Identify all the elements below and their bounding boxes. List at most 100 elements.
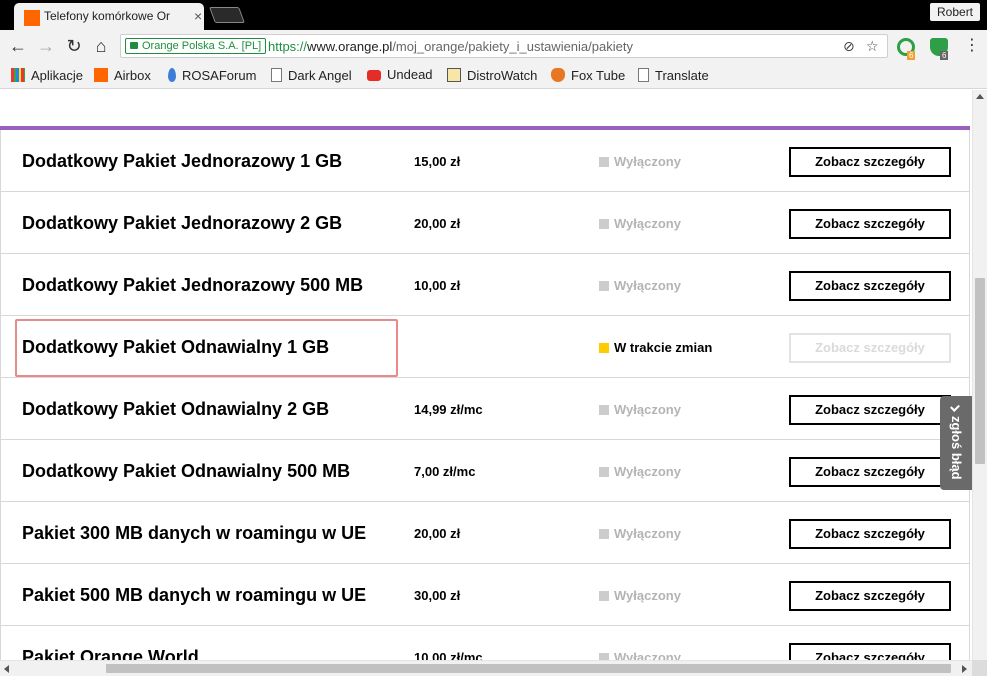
- url-protocol: https://: [268, 39, 308, 54]
- back-arrow-icon[interactable]: ←: [9, 37, 27, 55]
- details-button[interactable]: Zobacz szczegóły: [789, 643, 951, 660]
- address-bar[interactable]: Orange Polska S.A. [PL] https://www.oran…: [120, 34, 888, 58]
- bookmark-label: Fox Tube: [571, 68, 626, 83]
- scroll-right-arrow-icon[interactable]: [962, 665, 967, 673]
- forward-arrow-icon[interactable]: →: [37, 37, 55, 55]
- horizontal-scrollbar[interactable]: [0, 660, 972, 676]
- tab-title: Telefony komórkowe Orange: [44, 9, 170, 23]
- details-button[interactable]: Zobacz szczegóły: [789, 147, 951, 177]
- details-button[interactable]: Zobacz szczegóły: [789, 209, 951, 239]
- bookmark-fox-tube[interactable]: Fox Tube: [551, 68, 625, 83]
- status-label: Wyłączony: [614, 464, 681, 479]
- status-indicator: [599, 281, 609, 291]
- scroll-up-arrow-icon[interactable]: [976, 94, 984, 99]
- scroll-left-arrow-icon[interactable]: [4, 665, 9, 673]
- package-status: Wyłączony: [599, 278, 681, 293]
- details-button[interactable]: Zobacz szczegóły: [789, 271, 951, 301]
- lock-icon: [130, 42, 138, 49]
- page-content: Dodatkowy Pakiet Jednorazowy 1 GB 15,00 …: [0, 90, 972, 660]
- bookmark-label: ROSAForum: [182, 68, 257, 83]
- package-status: Wyłączony: [599, 464, 681, 479]
- chevron-icon: [950, 402, 960, 412]
- status-indicator: [599, 467, 609, 477]
- status-indicator: [599, 343, 609, 353]
- bookmark-rosaforum[interactable]: ROSAForum: [168, 68, 256, 83]
- package-status: Wyłączony: [599, 526, 681, 541]
- status-label: W trakcie zmian: [614, 340, 713, 355]
- details-button[interactable]: Zobacz szczegóły: [789, 395, 951, 425]
- package-name: Pakiet 500 MB danych w roamingu w UE: [22, 585, 367, 605]
- vertical-scroll-thumb[interactable]: [975, 278, 985, 464]
- blocked-content-icon[interactable]: ⊘: [843, 38, 855, 55]
- bookmarks-bar: Aplikacje Airbox ROSAForum Dark Angel Un…: [0, 62, 987, 89]
- url-path: /moj_orange/pakiety_i_ustawienia/pakiety: [392, 39, 633, 54]
- package-name: Dodatkowy Pakiet Odnawialny 500 MB: [22, 461, 351, 481]
- tab-strip: Telefony komórkowe Orange × Robert: [0, 0, 987, 30]
- url-host: www.orange.pl: [307, 39, 393, 54]
- package-price: 14,99 zł/mc: [414, 402, 483, 417]
- status-indicator: [599, 591, 609, 601]
- status-label: Wyłączony: [614, 650, 681, 660]
- bookmark-aplikacje[interactable]: Aplikacje: [11, 68, 83, 83]
- package-status: W trakcie zmian: [599, 340, 712, 355]
- bookmark-label: Undead: [387, 67, 433, 82]
- bookmark-distrowatch[interactable]: DistroWatch: [447, 68, 537, 83]
- secure-label: Orange Polska S.A. [PL]: [142, 40, 262, 52]
- details-button[interactable]: Zobacz szczegóły: [789, 457, 951, 487]
- distrowatch-icon: [447, 68, 461, 82]
- package-price: 20,00 zł: [414, 526, 461, 541]
- bookmark-label: Dark Angel: [288, 68, 352, 83]
- package-row: Pakiet Orange World 10,00 zł/mc Wyłączon…: [0, 626, 970, 660]
- package-row: Dodatkowy Pakiet Jednorazowy 500 MB 10,0…: [0, 254, 970, 316]
- bookmark-label: DistroWatch: [467, 68, 538, 83]
- status-indicator: [599, 157, 609, 167]
- tab-close-icon[interactable]: ×: [194, 8, 202, 24]
- package-status: Wyłączony: [599, 650, 681, 660]
- orange-favicon-icon: [24, 10, 40, 26]
- package-name: Pakiet 300 MB danych w roamingu w UE: [22, 523, 367, 543]
- package-row: Pakiet 300 MB danych w roamingu w UE 20,…: [0, 502, 970, 564]
- package-name: Dodatkowy Pakiet Odnawialny 2 GB: [22, 399, 330, 419]
- browser-menu-icon[interactable]: ⋮: [964, 38, 980, 54]
- url-text[interactable]: https://www.orange.pl/moj_orange/pakiety…: [268, 39, 633, 54]
- new-tab-button[interactable]: [209, 7, 245, 23]
- status-indicator: [599, 219, 609, 229]
- horizontal-scroll-thumb[interactable]: [106, 664, 951, 673]
- package-status: Wyłączony: [599, 588, 681, 603]
- reload-icon[interactable]: ↻: [65, 37, 83, 55]
- vertical-scrollbar[interactable]: [972, 90, 987, 660]
- details-button[interactable]: Zobacz szczegóły: [789, 519, 951, 549]
- apps-grid-icon: [11, 68, 25, 82]
- package-name: Dodatkowy Pakiet Jednorazowy 1 GB: [22, 151, 343, 171]
- browser-toolbar: ← → ↻ ⌂ Orange Polska S.A. [PL] https://…: [0, 30, 987, 62]
- bookmark-translate[interactable]: Translate: [638, 68, 709, 83]
- bookmark-star-icon[interactable]: ☆: [866, 38, 879, 55]
- package-price: 10,00 zł/mc: [414, 650, 483, 660]
- report-error-tab[interactable]: zgłoś błąd: [940, 396, 972, 490]
- package-price: 30,00 zł: [414, 588, 461, 603]
- orange-icon: [94, 68, 108, 82]
- page-icon: [271, 68, 282, 82]
- secure-connection-badge[interactable]: Orange Polska S.A. [PL]: [125, 38, 267, 54]
- package-price: 20,00 zł: [414, 216, 461, 231]
- package-price: 15,00 zł: [414, 154, 461, 169]
- youtube-icon: [367, 70, 381, 81]
- page-icon: [638, 68, 649, 82]
- package-price: 7,00 zł/mc: [414, 464, 476, 479]
- bookmark-undead[interactable]: Undead: [367, 68, 433, 82]
- home-icon[interactable]: ⌂: [92, 37, 110, 55]
- package-row: Dodatkowy Pakiet Odnawialny 500 MB 7,00 …: [0, 440, 970, 502]
- details-button-disabled: Zobacz szczegóły: [789, 333, 951, 363]
- highlight-box: [15, 319, 398, 377]
- bookmark-airbox[interactable]: Airbox: [94, 68, 151, 83]
- browser-tab[interactable]: Telefony komórkowe Orange ×: [14, 3, 204, 30]
- package-name: Dodatkowy Pakiet Jednorazowy 500 MB: [22, 275, 364, 295]
- profile-button[interactable]: Robert: [930, 3, 981, 21]
- details-button[interactable]: Zobacz szczegóły: [789, 581, 951, 611]
- package-status: Wyłączony: [599, 216, 681, 231]
- package-status: Wyłączony: [599, 402, 681, 417]
- package-price: 10,00 zł: [414, 278, 461, 293]
- bookmark-dark-angel[interactable]: Dark Angel: [271, 68, 352, 83]
- bookmark-label: Airbox: [114, 68, 151, 83]
- bookmark-label: Aplikacje: [31, 68, 84, 83]
